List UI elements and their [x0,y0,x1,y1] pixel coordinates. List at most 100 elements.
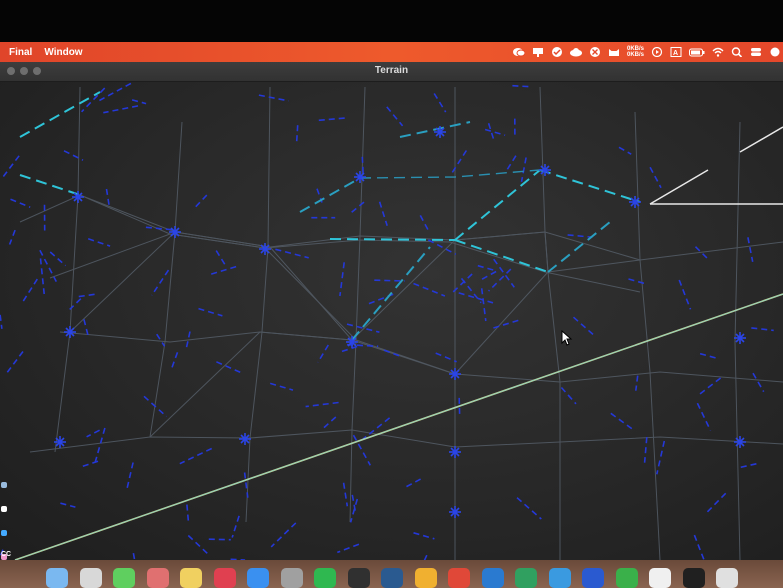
highlight-segment [454,239,549,273]
wechat-icon[interactable] [512,47,525,57]
dock-preview-icon[interactable] [716,568,738,588]
dock-typora-icon[interactable] [649,568,671,588]
normal-vector [705,492,727,514]
side-icon [1,506,7,512]
toggle-icon[interactable] [750,47,762,57]
normal-vector [751,327,774,332]
normal-vector [179,447,213,465]
input-source-icon[interactable]: A [670,47,682,57]
normal-vector [78,460,99,469]
highlight-segment [299,177,361,213]
normal-vector [171,352,179,369]
normal-vector [516,497,542,520]
dock-photos-icon[interactable] [146,568,169,588]
dock-files-icon[interactable] [381,568,403,588]
left-edge-label: CC [1,551,12,558]
dock-telegram-icon[interactable] [548,568,571,588]
dock-app-store-icon[interactable] [247,568,269,588]
battery-icon [689,47,705,57]
normal-vector [21,278,38,304]
cloud-icon[interactable] [569,47,582,57]
dock-notes-icon[interactable] [180,568,202,588]
close-circle-icon[interactable] [589,47,601,57]
normal-vector [131,99,147,105]
play-icon[interactable] [651,47,663,57]
reference-line [649,169,709,205]
menu-window[interactable]: Window [38,47,88,58]
normal-vector [143,395,168,418]
left-edge-icons [0,482,10,560]
dock-sublime-icon[interactable] [414,568,437,588]
normal-vector [572,316,595,337]
normal-vector [318,117,345,122]
normal-vector [337,543,360,554]
mesh-line [539,86,561,560]
mouse-cursor-icon [561,330,573,346]
dock-chrome-icon[interactable] [448,568,470,588]
dock-messages-icon[interactable] [113,568,135,588]
checkmark-icon[interactable] [551,47,563,57]
highlight-segment [359,169,541,179]
normal-vector [378,201,388,227]
normal-vector [520,157,527,182]
normal-vector [405,478,421,488]
normal-vector [488,268,512,292]
mesh-line [54,86,81,453]
highlight-segment [351,246,431,341]
dock-console-icon[interactable] [682,568,705,588]
dock-finder-icon[interactable] [46,568,68,588]
normal-vector [752,372,765,393]
menu-bar: Final Window 0KB/s 0KB/s A [0,42,783,62]
reference-lines [649,126,783,205]
normal-vector [678,279,692,310]
wifi-icon[interactable] [712,47,724,57]
normal-vector [490,319,519,330]
terrain-render [0,82,783,560]
normal-vector [477,264,495,272]
normal-vector [505,155,517,172]
dock-music-icon[interactable] [213,568,236,588]
normal-vector [567,234,593,238]
side-icon [1,530,7,536]
normal-vector [0,314,3,329]
side-icon [1,482,7,488]
siri-icon[interactable] [769,47,781,57]
normal-vector [126,462,134,489]
cat-icon[interactable] [608,47,620,57]
normal-vector [747,237,754,262]
net-down-text: 0KB/s [626,52,644,58]
terrain-viewport[interactable] [0,82,783,560]
normal-vector [60,502,76,508]
mesh-line [29,429,783,453]
window-titlebar[interactable]: Terrain [0,62,783,82]
normal-vector [480,288,487,322]
normal-vector [208,538,231,541]
normal-vector [643,437,648,463]
view-ray-glow [14,293,783,560]
normal-vector [413,532,435,540]
normal-vector [194,194,208,208]
dock-launchpad-icon[interactable] [79,568,102,588]
screen-icon[interactable] [532,47,544,57]
normal-vector [305,401,339,408]
normal-vector [560,386,577,405]
normal-vector [610,412,636,432]
window-title: Terrain [374,65,409,76]
dock-system-preferences-icon[interactable] [280,568,303,588]
normal-vector [295,125,299,145]
dock-vscode-icon[interactable] [481,568,504,588]
mesh-line [349,86,366,523]
dock-wechat-icon[interactable] [615,568,638,588]
dock-word-icon[interactable] [582,568,604,588]
dock-clion-icon[interactable] [515,568,537,588]
menu-app-name[interactable]: Final [0,47,38,58]
normal-vector [386,106,404,127]
normal-vectors [0,82,774,560]
dock-terminal-icon[interactable] [347,568,370,588]
dock-spotify-icon[interactable] [314,568,336,588]
normal-vector [699,352,718,360]
normal-vector [635,375,639,391]
normal-vector [419,215,431,233]
reference-line [739,126,783,153]
search-icon[interactable] [731,47,743,57]
